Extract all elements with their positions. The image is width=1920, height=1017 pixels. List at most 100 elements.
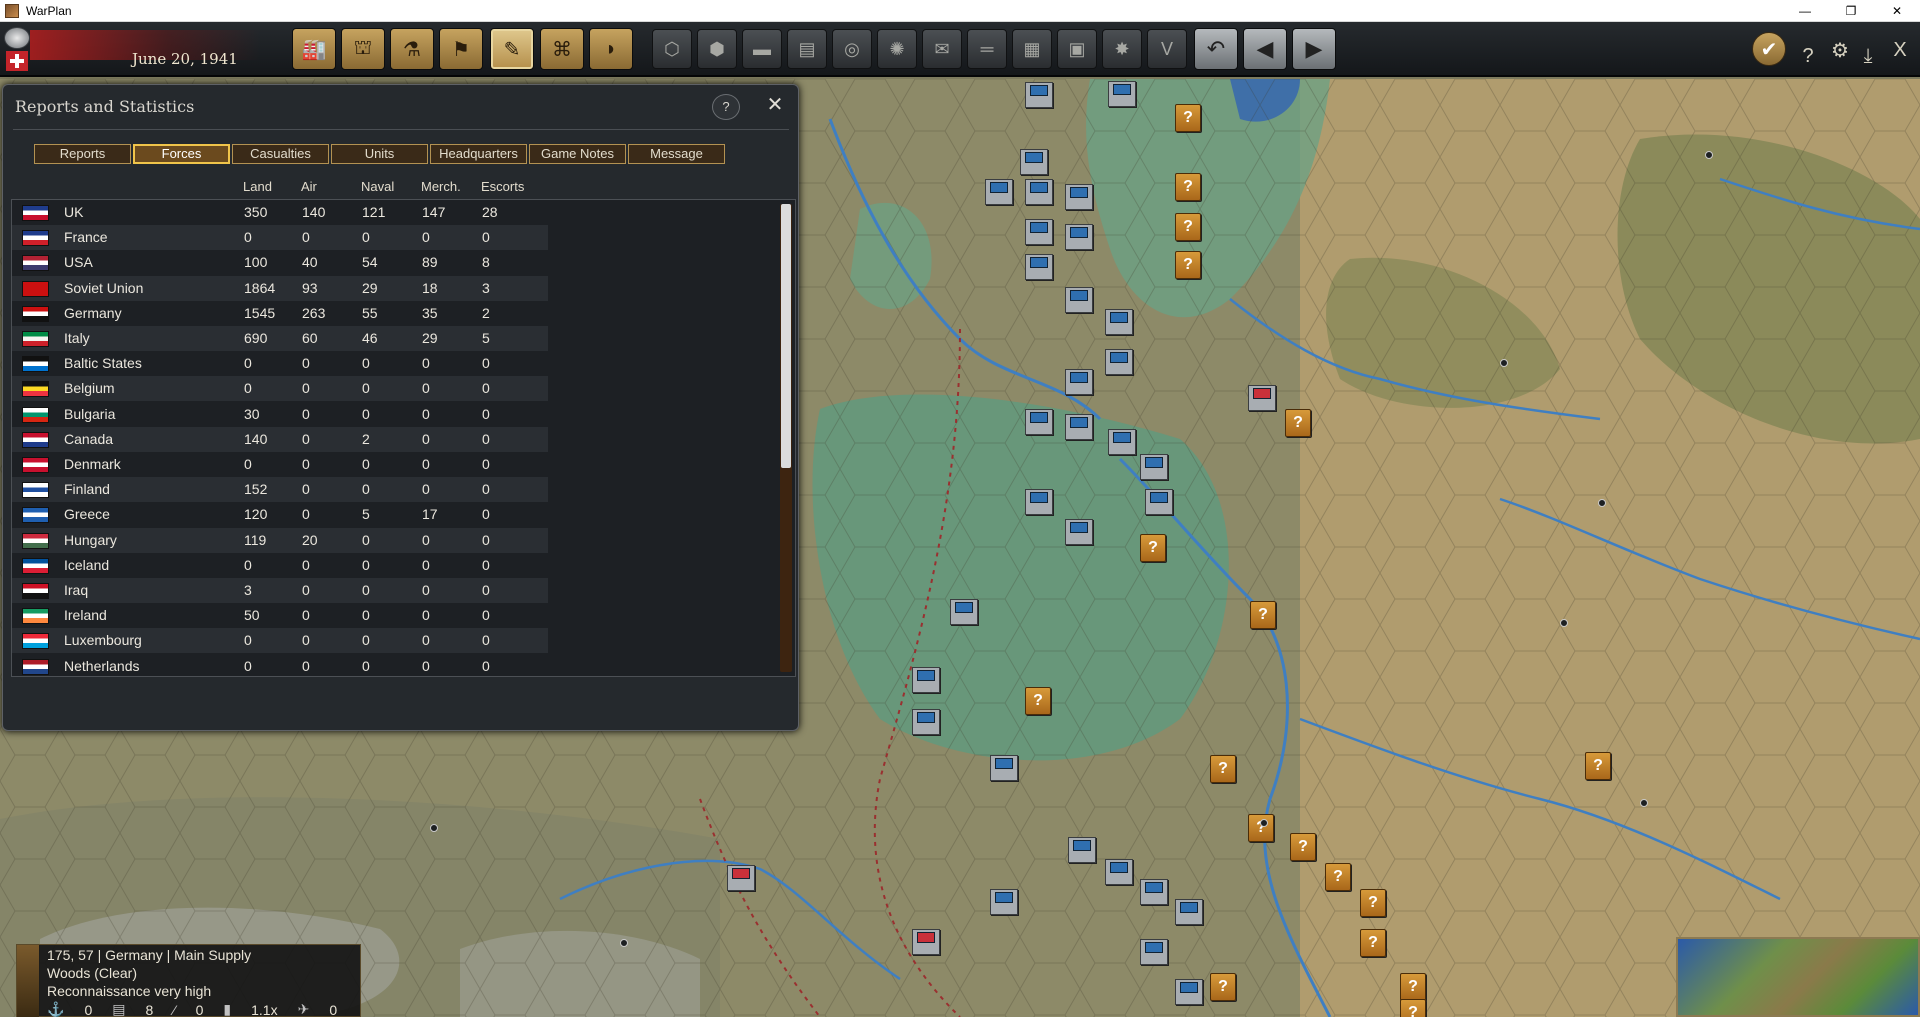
factory-button[interactable]: 🏭 [292,28,336,70]
unit-counter[interactable] [990,755,1018,781]
unknown-enemy-marker[interactable]: ? [1400,973,1426,1001]
restore-button[interactable]: ❐ [1828,0,1874,22]
unknown-enemy-marker[interactable]: ? [1175,251,1201,279]
helmet-button[interactable]: ◗ [589,28,633,70]
tab-casualties[interactable]: Casualties [232,144,329,164]
unit-counter[interactable] [1108,429,1136,455]
filter-button-9[interactable]: ▦ [1012,29,1052,69]
tab-reports[interactable]: Reports [34,144,131,164]
unit-counter[interactable] [1025,409,1053,435]
tab-headquarters[interactable]: Headquarters [430,144,527,164]
unit-counter[interactable] [1140,939,1168,965]
close-window-button[interactable]: ✕ [1874,0,1920,22]
unit-counter[interactable] [1140,454,1168,480]
panel-close-button[interactable]: ✕ [763,94,787,118]
unknown-enemy-marker[interactable]: ? [1175,173,1201,201]
anchor-icon: ⚓ [47,1001,65,1017]
research-button[interactable]: ⚗ [390,28,434,70]
unit-counter[interactable] [990,889,1018,915]
unit-counter[interactable] [1025,179,1053,205]
tab-units[interactable]: Units [331,144,428,164]
filter-button-1[interactable]: ⬡ [652,29,692,69]
recon-button[interactable]: ⌘ [540,28,584,70]
unit-counter[interactable] [1065,224,1093,250]
unknown-enemy-marker[interactable]: ? [1210,755,1236,783]
unit-counter[interactable] [1020,149,1048,175]
unit-counter[interactable] [1145,489,1173,515]
filter-button-8[interactable]: ═ [967,29,1007,69]
end-turn-button[interactable]: ✔ [1752,32,1786,66]
unknown-enemy-marker[interactable]: ? [1175,104,1201,132]
unknown-enemy-marker[interactable]: ? [1360,889,1386,917]
filter-button-4[interactable]: ▤ [787,29,827,69]
unit-counter[interactable] [950,599,978,625]
close-x-icon: X [1893,38,1907,61]
unit-counter[interactable] [1025,254,1053,280]
filter-button-6[interactable]: ✺ [877,29,917,69]
filter-button-7[interactable]: ✉ [922,29,962,69]
scrollbar-thumb[interactable] [781,204,791,468]
unit-counter[interactable] [1105,349,1133,375]
unknown-enemy-marker[interactable]: ? [1140,534,1166,562]
cell-merch: 0 [422,430,430,447]
unknown-enemy-marker[interactable]: ? [1360,929,1386,957]
undo-button[interactable]: ↶ [1194,28,1238,70]
production-button[interactable]: ⛫ [341,28,385,70]
unknown-enemy-marker[interactable]: ? [1290,833,1316,861]
unit-counter[interactable] [1068,837,1096,863]
unit-counter[interactable] [1025,219,1053,245]
unit-counter[interactable] [1175,979,1203,1005]
unit-counter[interactable] [985,179,1013,205]
unit-counter[interactable] [1065,184,1093,210]
unit-counter[interactable] [1105,859,1133,885]
filter-button-11[interactable]: ✸ [1102,29,1142,69]
unit-counter[interactable] [912,929,940,955]
unknown-enemy-marker[interactable]: ? [1285,409,1311,437]
unknown-enemy-marker[interactable]: ? [1585,752,1611,780]
unit-counter[interactable] [1065,414,1093,440]
objectives-button[interactable]: ⚑ [439,28,483,70]
unit-counter[interactable] [1065,287,1093,313]
filter-button-2[interactable]: ⬢ [697,29,737,69]
next-unit-button[interactable]: ▶ [1292,28,1336,70]
reports-button[interactable]: ✎ [490,28,534,70]
minimap[interactable] [1676,937,1920,1017]
help-button[interactable]: ? [1792,38,1824,74]
unit-counter[interactable] [1105,309,1133,335]
filter-button-10[interactable]: ▣ [1057,29,1097,69]
tab-message[interactable]: Message [628,144,725,164]
unit-counter[interactable] [1140,879,1168,905]
unknown-enemy-marker[interactable]: ? [1400,999,1426,1017]
cell-land: 0 [244,632,252,649]
filter-button-5[interactable]: ◎ [832,29,872,69]
unit-counter[interactable] [1175,899,1203,925]
hex-group-icon: ⬢ [709,38,725,59]
unit-counter[interactable] [1108,81,1136,107]
unit-counter[interactable] [1065,369,1093,395]
unit-counter[interactable] [912,709,940,735]
cell-naval: 0 [362,607,370,624]
table-scrollbar[interactable] [780,204,792,672]
unknown-enemy-marker[interactable]: ? [1250,601,1276,629]
unknown-enemy-marker[interactable]: ? [1325,863,1351,891]
unit-counter[interactable] [727,865,755,891]
minimize-button[interactable]: — [1782,0,1828,22]
panel-help-button[interactable]: ? [712,94,740,120]
unit-counter[interactable] [1248,385,1276,411]
save-button[interactable]: ⤓ [1852,38,1884,74]
unknown-enemy-marker[interactable]: ? [1248,814,1274,842]
unknown-enemy-marker[interactable]: ? [1210,973,1236,1001]
tab-forces[interactable]: Forces [133,144,230,164]
unknown-enemy-marker[interactable]: ? [1025,687,1051,715]
unknown-enemy-marker[interactable]: ? [1175,213,1201,241]
prev-unit-button[interactable]: ◀ [1243,28,1287,70]
tab-game-notes[interactable]: Game Notes [529,144,626,164]
unit-counter[interactable] [1025,82,1053,108]
quit-button[interactable]: X [1884,32,1916,68]
unit-counter[interactable] [1025,489,1053,515]
unit-counter[interactable] [1065,519,1093,545]
filter-button-12[interactable]: V [1147,29,1187,69]
filter-button-3[interactable]: ▬ [742,29,782,69]
unit-counter[interactable] [912,667,940,693]
german-faction-flag[interactable] [4,27,30,71]
